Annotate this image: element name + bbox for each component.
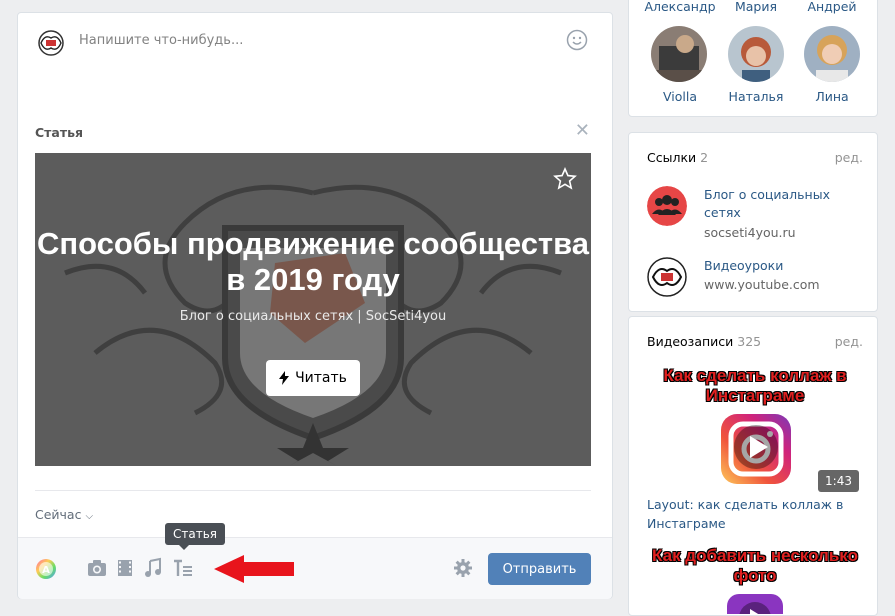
video-icon[interactable]	[114, 557, 136, 579]
friend-top-name[interactable]: Александр	[640, 0, 720, 14]
article-preview[interactable]: Способы продвижение сообщества в 2019 го…	[35, 153, 591, 466]
friend-avatar[interactable]	[651, 26, 707, 82]
links-count: 2	[700, 150, 709, 165]
video-duration: 1:43	[818, 470, 859, 492]
video-thumbnail[interactable]: Как сделать коллаж в Инстаграме 1:43	[647, 362, 863, 492]
video-thumb-text: Как сделать коллаж в Инстаграме	[663, 366, 847, 405]
article-icon[interactable]	[172, 557, 194, 579]
friend-name[interactable]: Violla	[640, 89, 720, 104]
friend-avatar[interactable]	[804, 26, 860, 82]
lightning-icon	[279, 371, 290, 385]
chevron-down-icon: ⌵	[85, 511, 94, 522]
red-arrow-annotation	[214, 555, 294, 583]
videos-count: 325	[737, 334, 762, 349]
link-item[interactable]: Видеоуроки www.youtube.com	[647, 257, 867, 302]
video-title-link[interactable]: Layout: как сделать коллаж в Инстаграме	[647, 495, 863, 533]
remove-attachment-icon[interactable]: ✕	[575, 122, 590, 140]
links-edit-link[interactable]: ред.	[835, 150, 863, 165]
settings-icon[interactable]	[452, 557, 474, 579]
links-block: Ссылки 2 ред. Блог о социальных сетях soc…	[628, 132, 878, 312]
video-thumbnail[interactable]: Как добавить несколько фото	[647, 544, 863, 614]
article-tooltip: Статья	[165, 523, 226, 550]
play-icon[interactable]	[723, 592, 787, 614]
link-title[interactable]: Блог о социальных сетях	[704, 186, 864, 222]
videos-edit-link[interactable]: ред.	[835, 334, 863, 349]
friend-avatar[interactable]	[728, 26, 784, 82]
bookmark-star-icon[interactable]	[553, 167, 577, 191]
videos-block: Видеозаписи 325 ред. Как сделать коллаж в…	[628, 316, 878, 616]
link-url: socseti4you.ru	[704, 225, 796, 240]
link-item[interactable]: Блог о социальных сетях socseti4you.ru	[647, 186, 867, 241]
friend-top-name[interactable]: Андрей	[792, 0, 872, 14]
videos-title: Видеозаписи	[647, 334, 734, 349]
publish-time-selector[interactable]: Сейчас ⌵	[35, 507, 93, 522]
emoji-icon[interactable]	[566, 29, 588, 51]
editor-toolbar: A Статья Отправить	[18, 523, 612, 599]
read-button-label: Читать	[295, 370, 347, 386]
friend-name[interactable]: Наталья	[716, 89, 796, 104]
read-article-button[interactable]: Читать	[266, 360, 360, 396]
link-url: www.youtube.com	[704, 277, 820, 292]
author-avatar-icon[interactable]: A	[35, 558, 57, 580]
friend-name[interactable]: Лина	[792, 89, 872, 104]
music-icon[interactable]	[142, 557, 164, 579]
site-logo-icon	[647, 257, 687, 297]
divider	[35, 490, 591, 491]
links-title: Ссылки	[647, 150, 697, 165]
group-icon	[647, 186, 687, 226]
post-editor: Напишите что-нибудь... Статья ✕ Способы …	[17, 12, 613, 599]
videos-header[interactable]: Видеозаписи 325	[647, 334, 761, 349]
publish-time-label: Сейчас	[35, 507, 82, 522]
photo-icon[interactable]	[86, 557, 108, 579]
attachment-label: Статья	[35, 125, 84, 140]
post-input[interactable]: Напишите что-нибудь...	[79, 33, 243, 48]
play-icon[interactable]	[731, 422, 781, 472]
article-title: Способы продвижение сообщества в 2019 го…	[36, 226, 590, 297]
send-button[interactable]: Отправить	[488, 553, 591, 585]
article-source: Блог о социальных сетях | SocSeti4you	[179, 309, 447, 324]
video-thumb-text: Как добавить несколько фото	[652, 546, 858, 585]
friends-block: Александр Мария Андрей Violla Наталья Ли…	[628, 0, 878, 117]
svg-text:A: A	[42, 565, 50, 576]
links-header[interactable]: Ссылки 2	[647, 150, 708, 165]
user-avatar[interactable]	[35, 29, 67, 57]
friend-top-name[interactable]: Мария	[716, 0, 796, 14]
link-title[interactable]: Видеоуроки	[704, 257, 864, 275]
